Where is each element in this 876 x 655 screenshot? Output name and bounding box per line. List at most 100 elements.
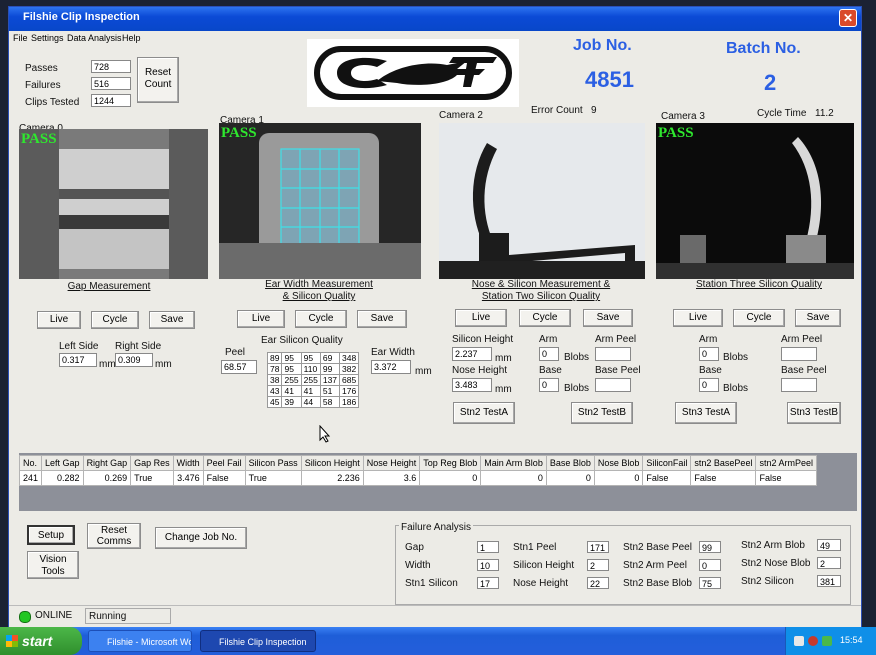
fa-stn1-peel-field[interactable]: 171 (587, 541, 609, 553)
fa-stn2-base-peel-field[interactable]: 99 (699, 541, 721, 553)
camera-2-cycle-button[interactable]: Cycle (519, 309, 571, 327)
fa-stn2-nose-blob-field[interactable]: 2 (817, 557, 841, 569)
camera-3-caption: Station Three Silicon Quality (696, 279, 822, 290)
error-count-label: Error Count (531, 105, 583, 116)
camera-3-live-button[interactable]: Live (673, 309, 723, 327)
camera-3-save-button[interactable]: Save (795, 309, 841, 327)
menu-help[interactable]: Help (122, 33, 141, 43)
grid-cell: 382 (339, 363, 360, 375)
silicon-height-field[interactable]: 2.237 (452, 347, 492, 361)
camera-1-cycle-button[interactable]: Cycle (295, 310, 347, 328)
menu-file[interactable]: File (13, 33, 28, 43)
ear-width-label: Ear Width (371, 347, 415, 358)
column-header[interactable]: Left Gap (41, 455, 84, 471)
menu-settings[interactable]: Settings (31, 33, 64, 43)
camera-1-image: PASS (219, 123, 421, 279)
menu-data-analysis[interactable]: Data Analysis (67, 33, 122, 43)
passes-field[interactable]: 728 (91, 60, 131, 73)
fa-width-label: Width (405, 560, 431, 571)
stn2-test-a-button[interactable]: Stn2 TestA (453, 402, 515, 424)
stn2-arm-peel-field[interactable] (595, 347, 631, 361)
camera-0-live-button[interactable]: Live (37, 311, 81, 329)
error-count-value: 9 (591, 105, 597, 116)
fa-stn2-base-blob-field[interactable]: 75 (699, 577, 721, 589)
column-header[interactable]: Nose Height (362, 455, 421, 471)
stn2-test-b-button[interactable]: Stn2 TestB (571, 402, 633, 424)
column-header[interactable]: Nose Blob (593, 455, 644, 471)
stn2-arm-field[interactable]: 0 (539, 347, 559, 361)
camera-1-save-button[interactable]: Save (357, 310, 407, 328)
fa-stn2-arm-blob-field[interactable]: 49 (817, 539, 841, 551)
peel-field[interactable]: 68.57 (221, 360, 257, 374)
column-header[interactable]: Width (172, 455, 204, 471)
stn2-arm-label: Arm (539, 334, 558, 345)
left-side-field[interactable]: 0.317 (59, 353, 97, 367)
stn2-base-field[interactable]: 0 (539, 378, 559, 392)
table-cell: 0 (545, 470, 595, 486)
column-header[interactable]: Gap Res (130, 455, 174, 471)
tray-app-icon[interactable] (822, 636, 832, 646)
column-header[interactable]: stn2 BasePeel (690, 455, 757, 471)
stn3-base-blobs-label: Blobs (723, 383, 749, 394)
camera-1-live-button[interactable]: Live (237, 310, 285, 328)
column-header[interactable]: Silicon Pass (244, 455, 302, 471)
stn3-base-field[interactable]: 0 (699, 378, 719, 392)
table-row[interactable]: 241 0.282 0.269 True 3.476 False True 2.… (18, 470, 817, 486)
vision-tools-button[interactable]: Vision Tools (27, 551, 79, 579)
column-header[interactable]: SiliconFail (642, 455, 692, 471)
taskbar-item-inspection[interactable]: Filshie Clip Inspection (200, 630, 316, 652)
grid-cell: 348 (339, 352, 360, 364)
stn2-base-peel-field[interactable] (595, 378, 631, 392)
title-bar[interactable]: Filshie Clip Inspection ✕ (9, 7, 861, 31)
column-header[interactable]: Base Blob (545, 455, 595, 471)
camera-0-cycle-button[interactable]: Cycle (91, 311, 139, 329)
right-side-field[interactable]: 0.309 (115, 353, 153, 367)
camera-1-caption-2: & Silicon Quality (282, 291, 356, 302)
setup-button[interactable]: Setup (27, 525, 75, 545)
camera-2-save-button[interactable]: Save (583, 309, 633, 327)
failures-field[interactable]: 516 (91, 77, 131, 90)
column-header[interactable]: stn2 ArmPeel (755, 455, 817, 471)
reset-comms-button[interactable]: Reset Comms (87, 523, 141, 549)
cycle-time-label: Cycle Time (757, 108, 807, 119)
camera-2-live-button[interactable]: Live (455, 309, 507, 327)
close-button[interactable]: ✕ (839, 9, 857, 27)
reset-count-button[interactable]: Reset Count (137, 57, 179, 103)
camera-0-save-button[interactable]: Save (149, 311, 195, 329)
table-cell: 3.476 (172, 470, 204, 486)
fa-stn2-silicon-field[interactable]: 381 (817, 575, 841, 587)
clips-tested-field[interactable]: 1244 (91, 94, 131, 107)
ear-silicon-quality-grid: 89 95 95 69 348 78 95 110 99 382 38 255 255 137 685 … (266, 352, 360, 408)
tray-security-icon[interactable] (808, 636, 818, 646)
stn3-arm-peel-field[interactable] (781, 347, 817, 361)
fa-nose-height-field[interactable]: 22 (587, 577, 609, 589)
fa-silicon-height-field[interactable]: 2 (587, 559, 609, 571)
column-header[interactable]: Peel Fail (202, 455, 246, 471)
stn3-test-a-button[interactable]: Stn3 TestA (675, 402, 737, 424)
stn3-test-b-button[interactable]: Stn3 TestB (787, 402, 841, 424)
online-indicator-icon (19, 611, 31, 623)
column-header[interactable]: Silicon Height (300, 455, 364, 471)
camera-3-cycle-button[interactable]: Cycle (733, 309, 785, 327)
camera-3-pass: PASS (658, 125, 694, 141)
start-button[interactable]: start (0, 627, 82, 655)
ear-width-field[interactable]: 3.372 (371, 360, 411, 374)
column-header[interactable]: Main Arm Blob (480, 455, 547, 471)
passes-label: Passes (25, 63, 58, 74)
tray-network-icon[interactable] (794, 636, 804, 646)
column-header[interactable]: Right Gap (82, 455, 132, 471)
stn3-base-peel-field[interactable] (781, 378, 817, 392)
nose-height-field[interactable]: 3.483 (452, 378, 492, 392)
fa-gap-field[interactable]: 1 (477, 541, 499, 553)
change-job-button[interactable]: Change Job No. (155, 527, 247, 549)
camera-2-label: Camera 2 (439, 110, 483, 121)
column-header[interactable]: Top Reg Blob (419, 455, 482, 471)
taskbar-item-word[interactable]: Filshie - Microsoft Wo... (88, 630, 192, 652)
fa-stn1-silicon-field[interactable]: 17 (477, 577, 499, 589)
column-header[interactable]: No. (18, 455, 43, 471)
grid-cell: 99 (319, 363, 341, 375)
table-cell: 241 (18, 470, 43, 486)
fa-stn2-arm-peel-field[interactable]: 0 (699, 559, 721, 571)
fa-width-field[interactable]: 10 (477, 559, 499, 571)
stn3-arm-field[interactable]: 0 (699, 347, 719, 361)
